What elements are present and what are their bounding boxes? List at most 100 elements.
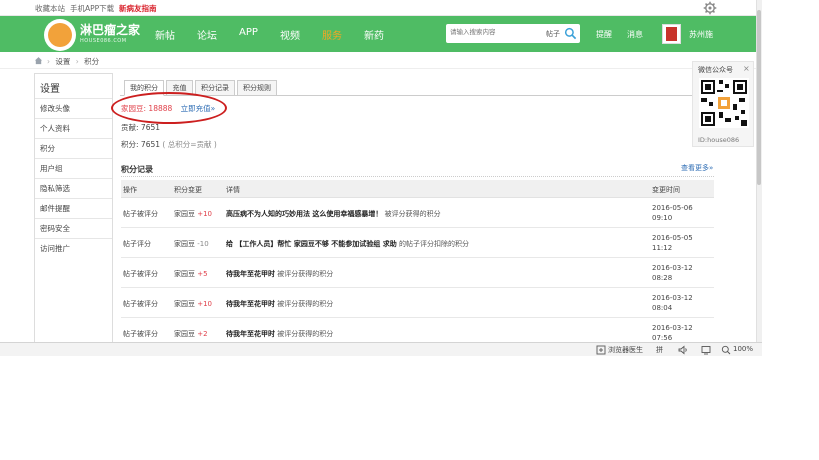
- sidebar-item-avatar[interactable]: 修改头像: [35, 98, 112, 118]
- row-change: 家园豆 -10: [174, 239, 209, 249]
- close-icon[interactable]: ×: [743, 64, 750, 73]
- avatar[interactable]: [662, 24, 681, 44]
- wechat-id: ID:house086: [698, 136, 740, 144]
- breadcrumb-points[interactable]: 积分: [84, 57, 99, 66]
- zoom-level[interactable]: 100%: [733, 345, 753, 353]
- row-currency: 家园豆: [174, 270, 195, 278]
- row-operation: 帖子被评分: [123, 330, 158, 338]
- sidebar-item-points[interactable]: 积分: [35, 138, 112, 158]
- browser-doctor-button[interactable]: 浏览器医生: [608, 345, 643, 355]
- row-detail: 待我年至花甲时 被评分获得的积分: [226, 299, 333, 309]
- doctor-icon[interactable]: [596, 345, 606, 355]
- sidebar-item-password[interactable]: 密码安全: [35, 218, 112, 238]
- table-row: 帖子评分 家园豆 -10 给 【工作人员】帮忙 家园豆不够 不能参加试验组 求助…: [121, 229, 714, 258]
- records-title: 积分记录: [121, 165, 153, 174]
- row-post-link[interactable]: 待我年至花甲时: [226, 300, 275, 308]
- row-desc: 被评分获得的积分: [384, 210, 441, 218]
- new-patient-guide-link[interactable]: 新病友指南: [119, 3, 157, 14]
- row-change: 家园豆 +10: [174, 209, 212, 219]
- row-change: 家园豆 +5: [174, 269, 208, 279]
- points-label: 积分:: [121, 140, 139, 149]
- header-detail: 详情: [226, 186, 240, 194]
- message-link[interactable]: 消息: [627, 29, 643, 40]
- contribution-value: 7651: [140, 123, 161, 132]
- sidebar-item-email[interactable]: 邮件提醒: [35, 198, 112, 218]
- wechat-title: 微信公众号: [698, 66, 733, 74]
- header-time: 变更时间: [652, 186, 680, 194]
- app-download-link[interactable]: 手机APP下载: [70, 3, 114, 14]
- row-desc: 被评分获得的积分: [277, 300, 334, 308]
- row-desc: 被评分获得的积分: [277, 270, 334, 278]
- records-divider: [121, 176, 714, 177]
- gear-icon[interactable]: [703, 1, 717, 15]
- zoom-icon[interactable]: [721, 345, 731, 355]
- row-delta: +10: [197, 210, 213, 218]
- scrollbar-thumb[interactable]: [757, 10, 761, 185]
- wechat-popup: 微信公众号 × ID:house086: [692, 61, 754, 147]
- row-delta: -10: [197, 240, 209, 248]
- nav-item-new-drugs[interactable]: 新药: [364, 27, 384, 42]
- row-delta: +5: [197, 270, 208, 278]
- table-row: 帖子被评分 家园豆 +10 高压病不为人知的巧妙用法 这么使用幸福感暴增！ 被评…: [121, 199, 714, 228]
- row-detail: 待我年至花甲时 被评分获得的积分: [226, 269, 333, 279]
- row-post-link[interactable]: 待我年至花甲时: [226, 270, 275, 278]
- highlight-annotation: [111, 92, 227, 124]
- breadcrumb-settings[interactable]: 设置: [55, 57, 70, 66]
- screen-icon[interactable]: [701, 345, 711, 355]
- points-row: 积分: 7651 ( 总积分=贡献 ): [121, 139, 217, 150]
- speaker-icon[interactable]: [678, 345, 688, 355]
- tab-points-log[interactable]: 积分记录: [195, 80, 235, 96]
- sidebar-item-referral[interactable]: 访问推广: [35, 238, 112, 258]
- row-operation: 帖子被评分: [123, 300, 158, 308]
- wechat-qr-code: [699, 78, 749, 128]
- points-note: ( 总积分=贡献 ): [162, 140, 217, 149]
- header-change: 积分变更: [174, 186, 202, 194]
- row-time: 08:28: [652, 274, 673, 282]
- breadcrumb-separator: ›: [75, 57, 79, 66]
- search-icon[interactable]: [564, 27, 577, 40]
- row-currency: 家园豆: [174, 210, 195, 218]
- sidebar-item-profile[interactable]: 个人资料: [35, 118, 112, 138]
- sidebar-item-privacy[interactable]: 隐私筛选: [35, 178, 112, 198]
- row-currency: 家园豆: [174, 330, 195, 338]
- remind-link[interactable]: 提醒: [596, 29, 612, 40]
- row-date: 2016-03-12: [652, 264, 693, 272]
- row-post-link[interactable]: 高压病不为人知的巧妙用法 这么使用幸福感暴增！: [226, 210, 382, 218]
- nav-item-new-posts[interactable]: 新帖: [155, 27, 175, 42]
- site-logo[interactable]: [44, 19, 76, 51]
- breadcrumb-separator: ›: [47, 57, 50, 66]
- username-link[interactable]: 苏州施: [689, 29, 713, 40]
- site-name[interactable]: 淋巴瘤之家: [80, 21, 140, 38]
- settings-sidebar: 设置 修改头像 个人资料 积分 用户组 隐私筛选 邮件提醒 密码安全 访问推广: [34, 73, 113, 356]
- avatar-image: [666, 27, 677, 41]
- bookmark-link[interactable]: 收藏本站: [35, 3, 65, 14]
- row-time: 08:04: [652, 304, 673, 312]
- top-bar: 收藏本站 手机APP下载 新病友指南: [0, 0, 762, 16]
- row-date: 2016-03-12: [652, 324, 693, 332]
- search-type-select[interactable]: 帖子: [546, 29, 560, 39]
- ime-indicator[interactable]: 拼: [656, 345, 663, 355]
- row-post-link[interactable]: 待我年至花甲时: [226, 330, 275, 338]
- row-post-link[interactable]: 给 【工作人员】帮忙 家园豆不够 不能参加试验组 求助: [226, 240, 397, 248]
- row-change: 家园豆 +10: [174, 299, 212, 309]
- search-input[interactable]: [450, 28, 538, 36]
- header-operation: 操作: [123, 186, 137, 194]
- table-row: 帖子被评分 家园豆 +10 待我年至花甲时 被评分获得的积分 2016-03-1…: [121, 289, 714, 318]
- nav-item-service[interactable]: 服务: [322, 27, 342, 42]
- sidebar-item-usergroup[interactable]: 用户组: [35, 158, 112, 178]
- records-table-header: 操作 积分变更 详情 变更时间: [121, 180, 714, 198]
- breadcrumb-divider: [0, 68, 762, 69]
- breadcrumb: › 设置 › 积分: [34, 56, 99, 67]
- view-more-link[interactable]: 查看更多»: [681, 163, 713, 173]
- nav-item-app[interactable]: APP: [239, 27, 258, 38]
- nav-item-video[interactable]: 视频: [280, 27, 300, 42]
- nav-item-forum[interactable]: 论坛: [197, 27, 217, 42]
- sidebar-title: 设置: [40, 84, 60, 95]
- tab-points-rules[interactable]: 积分规则: [237, 80, 277, 96]
- row-delta: +2: [197, 330, 208, 338]
- browser-viewport: 收藏本站 手机APP下载 新病友指南 淋巴瘤之家 HOUSE086.COM 新帖…: [0, 0, 762, 356]
- row-time: 07:56: [652, 334, 673, 342]
- row-date: 2016-03-12: [652, 294, 693, 302]
- row-currency: 家园豆: [174, 240, 195, 248]
- row-date: 2016-05-05: [652, 234, 693, 242]
